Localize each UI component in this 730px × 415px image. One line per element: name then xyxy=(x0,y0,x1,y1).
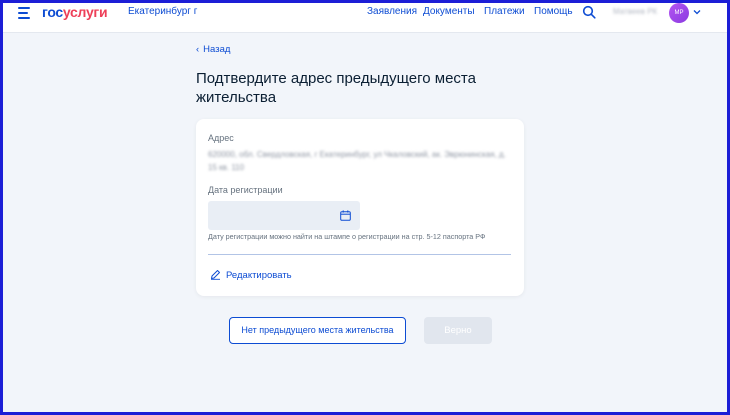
back-label: Назад xyxy=(203,44,231,55)
nav-applications[interactable]: Заявления xyxy=(367,6,417,17)
edit-button[interactable]: Редактировать xyxy=(210,269,292,281)
top-header: госуслуги Екатеринбург г Заявления Докум… xyxy=(3,3,727,33)
edit-label: Редактировать xyxy=(226,270,292,281)
nav-documents[interactable]: Документы xyxy=(423,6,475,17)
logo-text-uslugi: услуги xyxy=(62,4,108,20)
chevron-down-icon[interactable] xyxy=(693,8,701,16)
back-link[interactable]: ‹ Назад xyxy=(196,44,230,55)
logo-text-gos: гос xyxy=(42,4,63,20)
avatar[interactable]: МР xyxy=(669,3,689,23)
nav-payments[interactable]: Платежи xyxy=(484,6,525,17)
address-card: Адрес 620000, обл. Свердловская, г Екате… xyxy=(196,119,524,296)
nav-help[interactable]: Помощь xyxy=(534,6,573,17)
pencil-icon xyxy=(211,270,220,280)
calendar-icon[interactable] xyxy=(340,210,351,221)
search-icon[interactable] xyxy=(582,5,596,19)
registration-date-label: Дата регистрации xyxy=(208,185,283,195)
divider xyxy=(208,254,511,255)
confirm-button[interactable]: Верно xyxy=(424,317,492,344)
registration-date-field[interactable] xyxy=(208,201,360,230)
address-label: Адрес xyxy=(208,133,234,143)
address-value: 620000, обл. Свердловская, г Екатеринбур… xyxy=(208,150,506,172)
menu-icon[interactable] xyxy=(18,7,32,21)
registration-date-hint: Дату регистрации можно найти на штампе о… xyxy=(208,232,486,241)
page-title: Подтвердите адрес предыдущего места жите… xyxy=(196,70,476,106)
gosuslugi-logo[interactable]: госуслуги xyxy=(42,4,108,20)
user-name[interactable]: Матвеев РК xyxy=(613,7,657,16)
no-previous-address-button[interactable]: Нет предыдущего места жительства xyxy=(229,317,406,344)
city-selector[interactable]: Екатеринбург г xyxy=(128,6,197,17)
chevron-left-icon: ‹ xyxy=(196,44,200,55)
browser-viewport: госуслуги Екатеринбург г Заявления Докум… xyxy=(3,3,727,412)
